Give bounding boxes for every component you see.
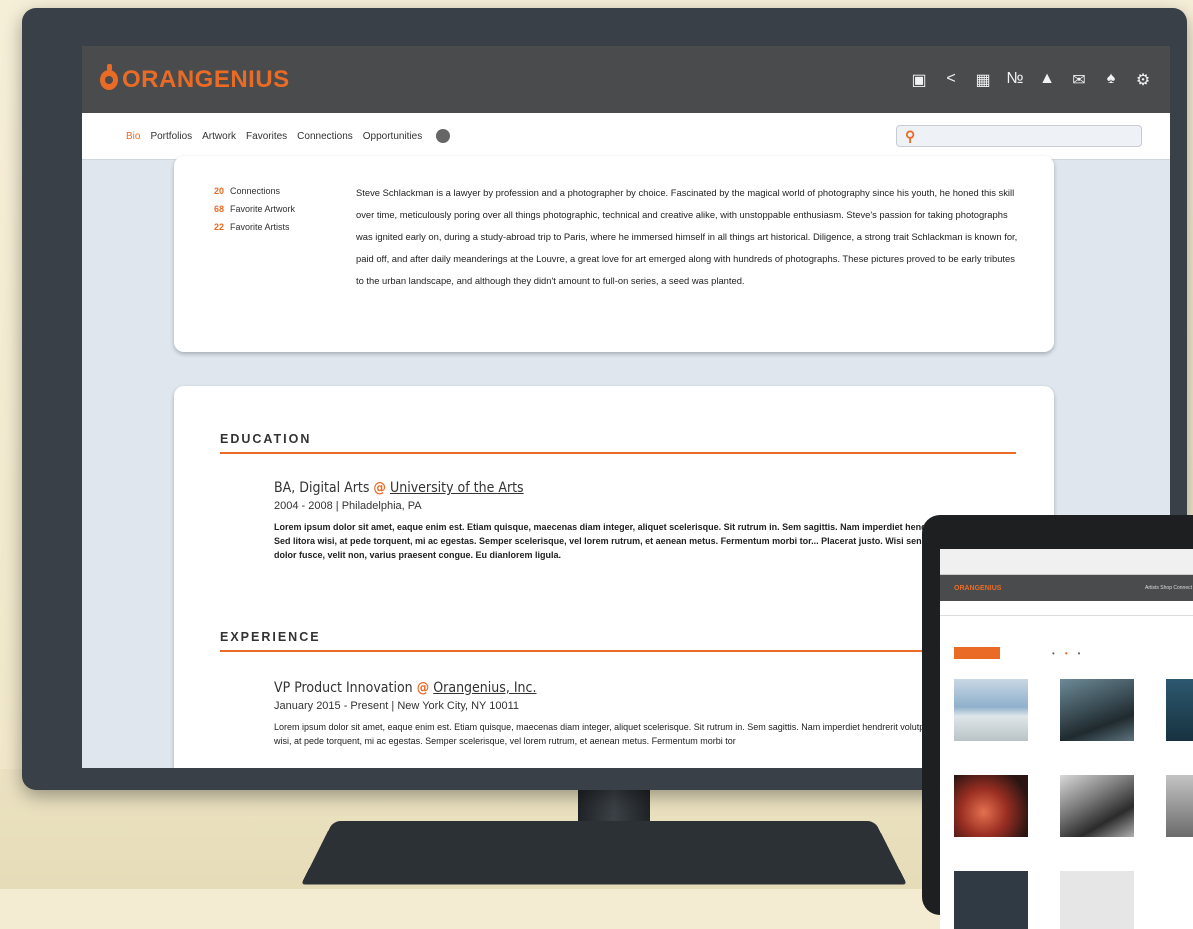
image-icon[interactable]: ▣ <box>910 70 928 90</box>
artwork-thumbnail[interactable] <box>954 871 1028 929</box>
tab-portfolios[interactable]: Portfolios <box>150 131 192 142</box>
tab-artwork[interactable]: Artwork <box>202 131 236 142</box>
experience-description: Lorem ipsum dolor sit amet, eaque enim e… <box>274 722 975 746</box>
artwork-thumbnail[interactable] <box>954 775 1028 837</box>
tab-opportunities[interactable]: Opportunities <box>363 131 422 142</box>
orange-logo-icon <box>100 63 118 90</box>
education-heading: EDUCATION <box>220 432 312 446</box>
linkedin-icon[interactable]: № <box>1006 70 1024 90</box>
gear-icon[interactable]: ⚙ <box>1134 70 1152 90</box>
experience-divider <box>220 650 1016 652</box>
brand-name: ORANGENIUS <box>122 65 290 93</box>
stat-favorite-artwork[interactable]: 68 Favorite Artwork <box>214 204 295 214</box>
mail-icon[interactable]: ✉ <box>1070 70 1088 90</box>
tablet-action-button[interactable] <box>954 647 1000 659</box>
tablet-device: ORANGENIUS Artists Shop Connect ••• <box>922 515 1193 929</box>
artwork-thumbnail[interactable] <box>1060 679 1134 741</box>
bio-card: 20 Connections 68 Favorite Artwork 22 Favor… <box>174 156 1054 352</box>
portfolio-icon[interactable]: ▦ <box>974 70 992 90</box>
education-description: Lorem ipsum dolor sit amet, eaque enim e… <box>274 522 985 560</box>
brand-logo[interactable]: ORANGENIUS <box>100 63 290 94</box>
tablet-links[interactable]: Artists Shop Connect <box>1145 585 1192 591</box>
search-icon: ⚲ <box>905 127 916 144</box>
education-entry: BA, Digital Arts @ University of the Arts … <box>274 480 994 562</box>
monitor-base <box>300 820 908 885</box>
search-input[interactable]: ⚲ <box>896 125 1142 147</box>
education-meta: 2004 - 2008 | Philadelphia, PA <box>274 500 422 512</box>
stat-connections[interactable]: 20 Connections <box>214 186 295 196</box>
bio-text: Steve Schlackman is a lawyer by professi… <box>356 187 1018 286</box>
education-divider <box>220 452 1016 454</box>
stat-favorite-artists[interactable]: 22 Favorite Artists <box>214 222 295 232</box>
app-header: ORANGENIUS ▣ < ▦ № ▲ ✉ ♠ ⚙ <box>82 46 1170 113</box>
company-link[interactable]: Orangenius, Inc. <box>433 680 536 696</box>
education-icon[interactable]: ▲ <box>1038 70 1056 90</box>
profile-nav: Bio Portfolios Artwork Favorites Connect… <box>82 113 1170 160</box>
experience-heading: EXPERIENCE <box>220 630 321 644</box>
tablet-nav <box>940 601 1193 616</box>
education-title: BA, Digital Arts @ University of the Arts <box>274 480 524 496</box>
artwork-thumbnail[interactable] <box>954 679 1028 741</box>
experience-title: VP Product Innovation @ Orangenius, Inc. <box>274 680 537 696</box>
avatar[interactable] <box>436 129 451 143</box>
tablet-screen: ORANGENIUS Artists Shop Connect ••• <box>940 549 1193 929</box>
experience-entry: VP Product Innovation @ Orangenius, Inc. J… <box>274 680 994 748</box>
tab-bio[interactable]: Bio <box>126 131 140 142</box>
header-toolbar: ▣ < ▦ № ▲ ✉ ♠ ⚙ <box>910 70 1152 90</box>
tab-favorites[interactable]: Favorites <box>246 131 287 142</box>
artwork-thumbnail[interactable] <box>1060 871 1134 929</box>
tablet-browser-bar <box>940 549 1193 575</box>
tablet-pager[interactable]: ••• <box>1052 649 1090 658</box>
artwork-thumbnail[interactable] <box>1166 775 1193 837</box>
tab-connections[interactable]: Connections <box>297 131 353 142</box>
artwork-thumbnail[interactable] <box>1060 775 1134 837</box>
bell-icon[interactable]: ♠ <box>1102 70 1120 90</box>
artwork-thumbnail[interactable] <box>1166 679 1193 741</box>
tablet-header: ORANGENIUS Artists Shop Connect <box>940 575 1193 601</box>
school-link[interactable]: University of the Arts <box>390 480 524 496</box>
experience-meta: January 2015 - Present | New York City, … <box>274 700 520 712</box>
tablet-brand: ORANGENIUS <box>954 584 1002 592</box>
profile-stats: 20 Connections 68 Favorite Artwork 22 Favor… <box>214 186 295 240</box>
share-icon[interactable]: < <box>942 70 960 90</box>
